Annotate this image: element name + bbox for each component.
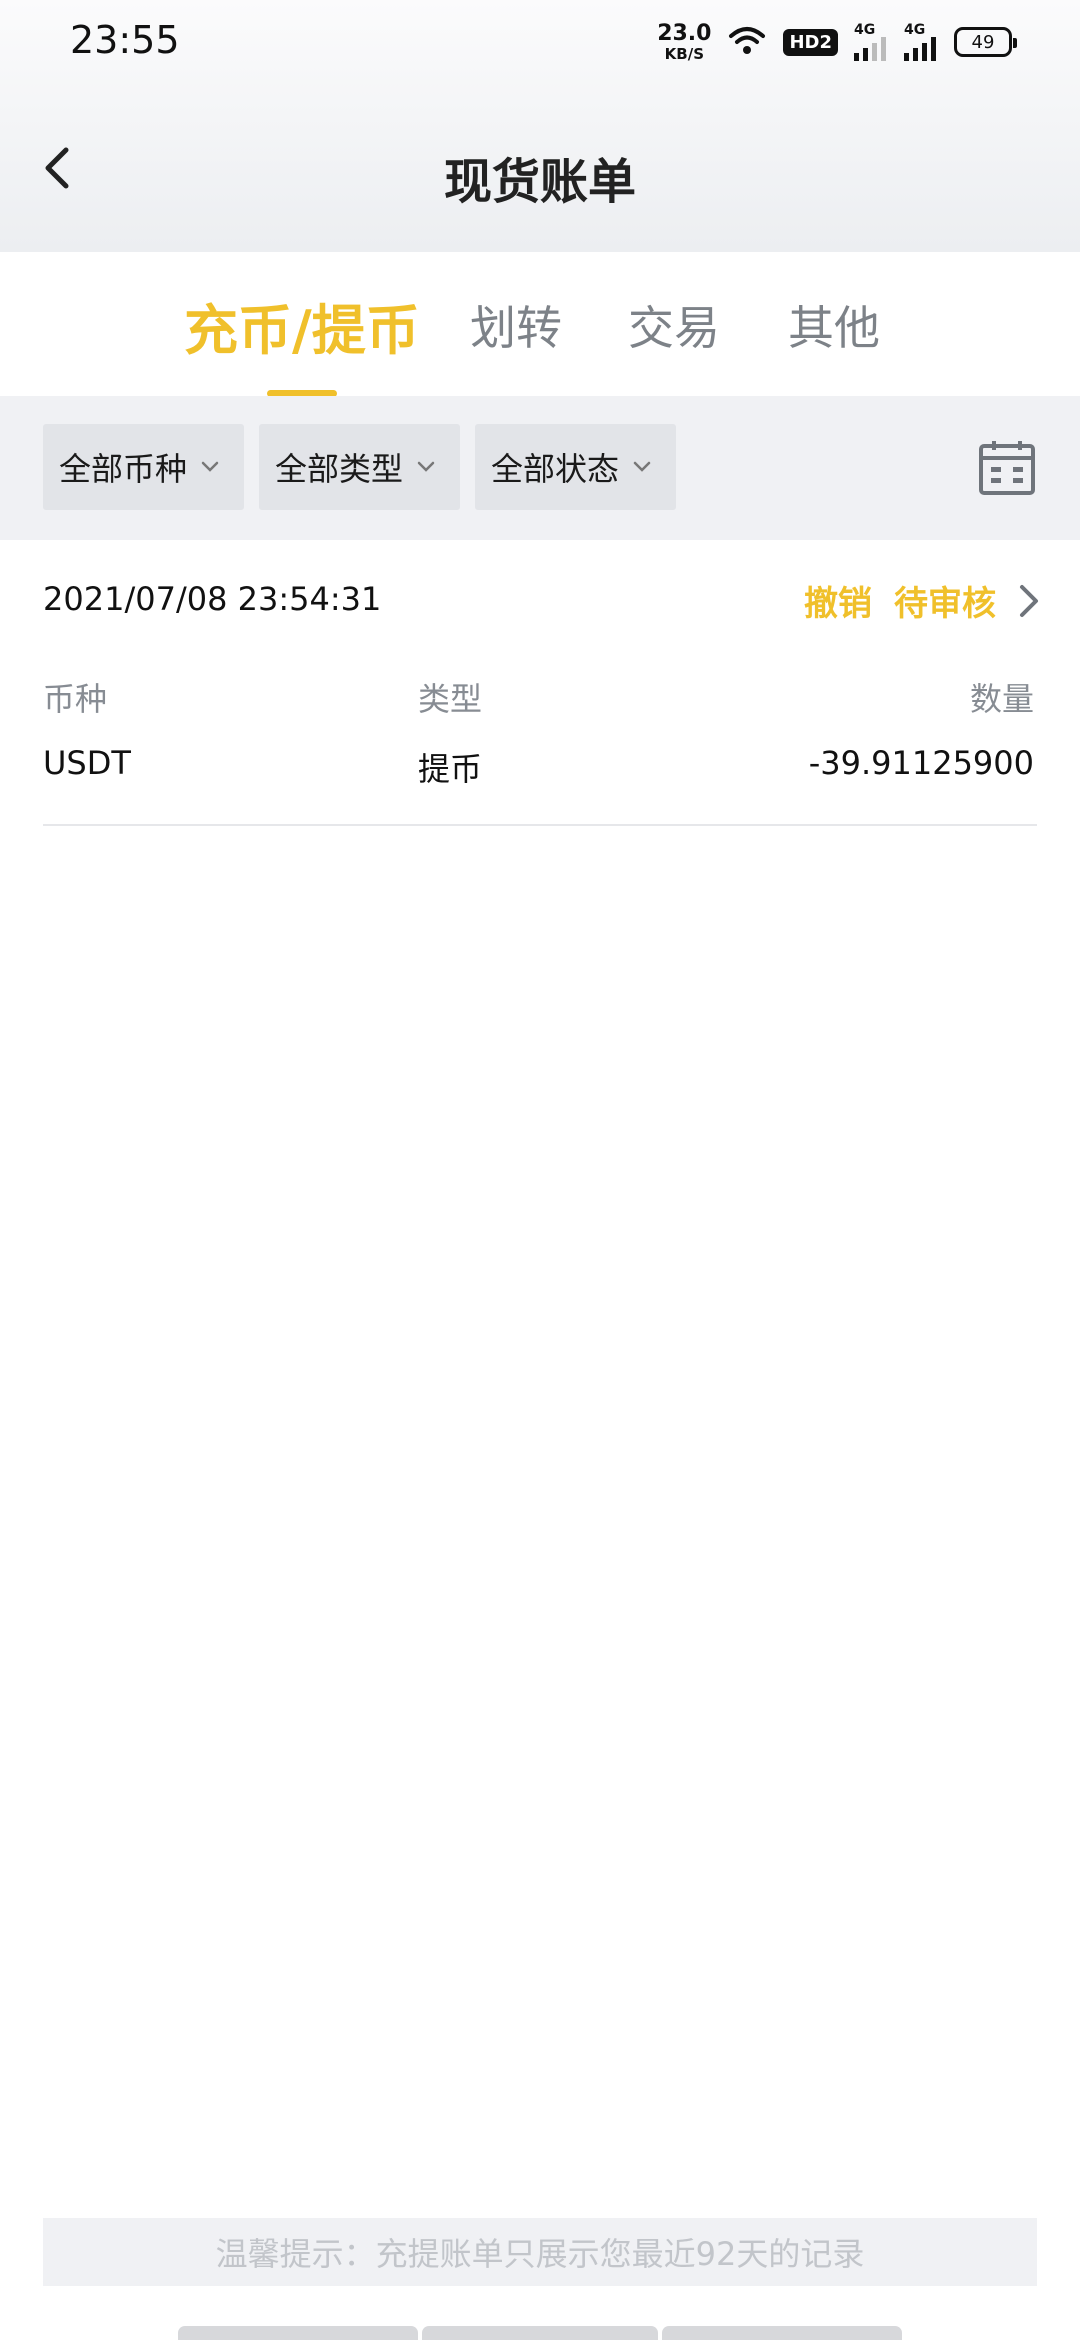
type-column-header: 类型 [418,680,483,718]
nav-bar: 现货账单 [0,84,1080,252]
calendar-icon [979,441,1035,495]
hd-badge: HD2 [783,28,838,56]
chevron-down-icon [417,461,435,472]
filter-coin-dropdown[interactable]: 全部币种 [43,424,244,510]
net-speed: 23.0 KB/S [657,20,712,63]
status-badge: 待审核 [894,584,996,624]
battery-icon: 49 [954,27,1017,57]
page-title: 现货账单 [443,154,636,210]
chevron-down-icon [201,461,219,472]
footer-tip-text: 温馨提示：充提账单只展示您最近92天的记录 [215,2235,865,2273]
wifi-icon [727,24,767,60]
filter-bar: 全部币种 全部类型 全部状态 [0,396,1080,540]
net-speed-value: 23.0 [657,20,712,46]
status-time: 23:55 [70,18,180,62]
tab-transfer[interactable]: 划转 [470,292,562,358]
divider [43,824,1037,826]
home-indicator-segment [178,2326,418,2340]
signal-icon: 4G [854,23,888,61]
amount-column-header: 数量 [969,680,1034,718]
tab-bar: 充币/提币 划转 交易 其他 [0,252,1080,396]
calendar-button[interactable] [978,440,1036,496]
signal-icon: 4G [904,23,938,61]
record-item[interactable]: 2021/07/08 23:54:31 撤销 待审核 币种 类型 数量 USDT… [0,540,1080,826]
home-indicator-segment [422,2326,658,2340]
tab-other[interactable]: 其他 [788,292,880,358]
status-icons: 23.0 KB/S HD2 4G 4G 49 [657,18,1017,66]
type-value: 提币 [418,750,483,788]
filter-type-dropdown[interactable]: 全部类型 [259,424,460,510]
signal-label: 4G [904,22,926,38]
amount-value: -39.91125900 [808,744,1034,782]
coin-column-header: 币种 [43,680,108,718]
home-indicator-segment [662,2326,902,2340]
cancel-button[interactable]: 撤销 [804,576,872,625]
footer-tip: 温馨提示：充提账单只展示您最近92天的记录 [43,2218,1037,2286]
coin-value: USDT [43,744,131,782]
filter-coin-label: 全部币种 [59,450,188,488]
signal-label: 4G [854,22,876,38]
filter-status-label: 全部状态 [491,450,620,488]
chevron-down-icon [633,461,651,472]
record-actions: 撤销 待审核 [804,576,1040,625]
home-indicator [178,2326,902,2340]
tab-trade[interactable]: 交易 [628,292,720,358]
record-timestamp: 2021/07/08 23:54:31 [43,580,382,618]
net-speed-unit: KB/S [664,44,704,63]
filter-status-dropdown[interactable]: 全部状态 [475,424,676,510]
battery-level: 49 [971,31,995,53]
tab-deposit-withdraw[interactable]: 充币/提币 [184,286,420,365]
chevron-right-icon[interactable] [1018,583,1040,619]
status-bar: 23:55 23.0 KB/S HD2 4G 4G 49 [0,0,1080,84]
filter-type-label: 全部类型 [275,450,404,488]
